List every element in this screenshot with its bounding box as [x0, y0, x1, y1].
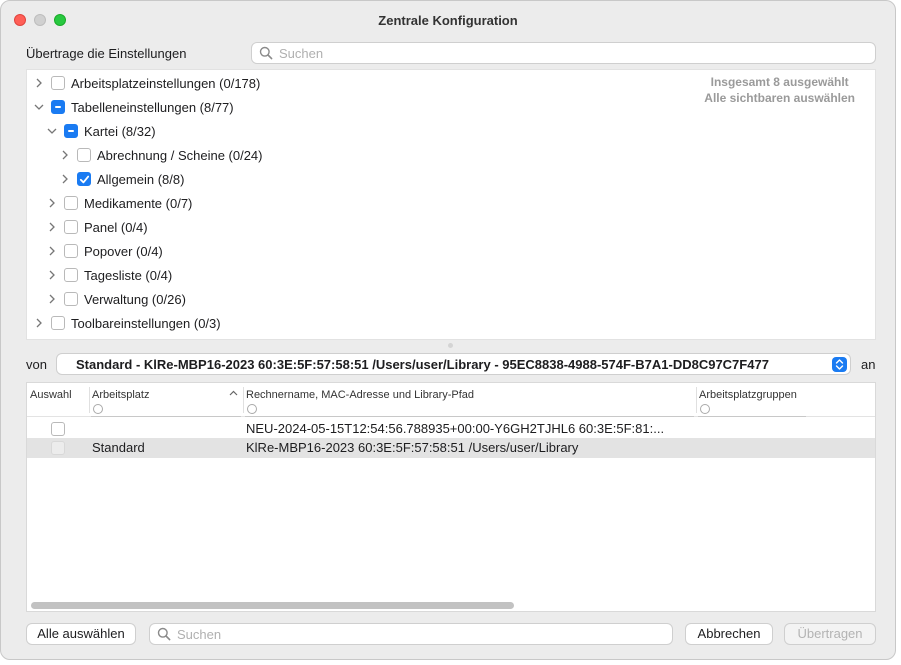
chevron-right-icon[interactable]: [46, 221, 58, 233]
tree-item-abrechnung-scheine[interactable]: Abrechnung / Scheine (0/24): [59, 144, 263, 166]
tree-checkbox[interactable]: [51, 316, 65, 330]
settings-search-input[interactable]: Suchen: [251, 42, 876, 64]
tree-checkbox[interactable]: [51, 76, 65, 90]
transfer-button[interactable]: Übertragen: [784, 623, 876, 645]
filter-underline: [698, 416, 806, 417]
tree-checkbox[interactable]: [77, 148, 91, 162]
tree-item-label: Medikamente (0/7): [84, 195, 193, 211]
tree-checkbox[interactable]: [64, 244, 78, 258]
search-icon: [157, 627, 171, 641]
cell-arbeitsplatz: Standard: [92, 440, 145, 455]
tree-item-label: Kartei (8/32): [84, 123, 156, 139]
tree-checkbox[interactable]: [64, 196, 78, 210]
column-header-label: Arbeitsplatzgruppen: [699, 389, 797, 401]
configuration-window: Zentrale Konfiguration Übertrage die Ein…: [0, 0, 896, 660]
tree-checkbox[interactable]: [77, 172, 91, 186]
table-row[interactable]: NEU-2024-05-15T12:54:56.788935+00:00-Y6G…: [27, 419, 875, 439]
from-label: von: [26, 357, 47, 372]
tree-item-tabelleneinstellungen[interactable]: Tabelleneinstellungen (8/77): [33, 96, 234, 118]
filter-circle-icon[interactable]: [93, 404, 103, 414]
tree-item-label: Allgemein (8/8): [97, 171, 185, 187]
column-header-label: Auswahl: [30, 389, 72, 401]
tree-item-label: Popover (0/4): [84, 243, 163, 259]
tree-item-label: Panel (0/4): [84, 219, 148, 235]
to-label: an: [861, 357, 876, 372]
column-header-auswahl[interactable]: Auswahl: [27, 383, 89, 417]
workstation-table: Auswahl Arbeitsplatz Rechnername, MAC-Ad…: [26, 382, 876, 612]
filter-underline: [91, 416, 241, 417]
tree-item-label: Verwaltung (0/26): [84, 291, 186, 307]
tree-item-label: Arbeitsplatzeinstellungen (0/178): [71, 75, 261, 91]
horizontal-scrollbar[interactable]: [31, 602, 514, 609]
tree-item-label: Tabelleneinstellungen (8/77): [71, 99, 234, 115]
updown-chevron-icon: [832, 357, 847, 372]
row-select-checkbox: [51, 441, 65, 455]
source-workstation-popup[interactable]: Standard - KlRe-MBP16-2023 60:3E:5F:57:5…: [56, 353, 851, 375]
tree-checkbox[interactable]: [64, 268, 78, 282]
tree-item-arbeitsplatzeinstellungen[interactable]: Arbeitsplatzeinstellungen (0/178): [33, 72, 260, 94]
transfer-settings-label: Übertrage die Einstellungen: [26, 46, 187, 61]
checkmark-icon: [79, 175, 90, 184]
search-icon: [259, 46, 273, 60]
row-select-checkbox[interactable]: [51, 422, 65, 436]
column-header-label: Arbeitsplatz: [92, 389, 150, 401]
workstation-search-input[interactable]: Suchen: [149, 623, 673, 645]
column-header-arbeitsplatzgruppen[interactable]: Arbeitsplatzgruppen: [696, 383, 808, 417]
chevron-right-icon[interactable]: [46, 293, 58, 305]
cancel-button[interactable]: Abbrechen: [685, 623, 773, 645]
cell-rechner: NEU-2024-05-15T12:54:56.788935+00:00-Y6G…: [246, 421, 665, 436]
chevron-right-icon[interactable]: [46, 197, 58, 209]
table-header: Auswahl Arbeitsplatz Rechnername, MAC-Ad…: [27, 383, 875, 417]
tree-item-panel[interactable]: Panel (0/4): [46, 216, 148, 238]
tree-item-label: Tagesliste (0/4): [84, 267, 173, 283]
tree-checkbox[interactable]: [64, 292, 78, 306]
tree-checkbox[interactable]: [64, 124, 78, 138]
chevron-down-icon[interactable]: [33, 101, 45, 113]
source-workstation-value: Standard - KlRe-MBP16-2023 60:3E:5F:57:5…: [76, 357, 769, 372]
column-header-rechnername[interactable]: Rechnername, MAC-Adresse und Library-Pfa…: [243, 383, 696, 417]
cell-rechner: KlRe-MBP16-2023 60:3E:5F:57:58:51 /Users…: [246, 440, 579, 455]
chevron-down-icon[interactable]: [46, 125, 58, 137]
search-placeholder: Suchen: [279, 46, 324, 61]
filter-circle-icon[interactable]: [247, 404, 257, 414]
tree-item-allgemein[interactable]: Allgemein (8/8): [59, 168, 184, 190]
chevron-right-icon[interactable]: [46, 245, 58, 257]
select-all-button[interactable]: Alle auswählen: [26, 623, 136, 645]
settings-tree: Insgesamt 8 ausgewählt Alle sichtbaren a…: [26, 69, 876, 340]
search-placeholder: Suchen: [177, 627, 222, 642]
tree-checkbox[interactable]: [51, 100, 65, 114]
table-row[interactable]: Standard KlRe-MBP16-2023 60:3E:5F:57:58:…: [27, 438, 875, 458]
tree-item-popover[interactable]: Popover (0/4): [46, 240, 163, 262]
chevron-right-icon[interactable]: [59, 149, 71, 161]
select-all-visible-link[interactable]: Alle sichtbaren auswählen: [704, 90, 855, 106]
tree-item-label: Toolbareinstellungen (0/3): [71, 315, 221, 331]
tree-item-label: Abrechnung / Scheine (0/24): [97, 147, 263, 163]
tree-checkbox[interactable]: [64, 220, 78, 234]
column-header-arbeitsplatz[interactable]: Arbeitsplatz: [89, 383, 243, 417]
window-title: Zentrale Konfiguration: [378, 13, 518, 28]
tree-item-toolbareinstellungen[interactable]: Toolbareinstellungen (0/3): [33, 312, 221, 334]
split-view-divider-handle[interactable]: [448, 343, 453, 348]
tree-item-medikamente[interactable]: Medikamente (0/7): [46, 192, 192, 214]
sort-ascending-icon: [229, 390, 238, 396]
title-bar: Zentrale Konfiguration: [1, 1, 895, 39]
filter-circle-icon[interactable]: [700, 404, 710, 414]
tree-item-tagesliste[interactable]: Tagesliste (0/4): [46, 264, 172, 286]
chevron-right-icon[interactable]: [33, 77, 45, 89]
tree-item-kartei[interactable]: Kartei (8/32): [46, 120, 156, 142]
tree-item-verwaltung[interactable]: Verwaltung (0/26): [46, 288, 186, 310]
column-header-label: Rechnername, MAC-Adresse und Library-Pfa…: [246, 389, 475, 401]
filter-underline: [245, 416, 694, 417]
chevron-right-icon[interactable]: [59, 173, 71, 185]
selected-total-text: Insgesamt 8 ausgewählt: [710, 75, 849, 89]
chevron-right-icon[interactable]: [33, 317, 45, 329]
selection-summary: Insgesamt 8 ausgewählt Alle sichtbaren a…: [704, 74, 855, 106]
chevron-right-icon[interactable]: [46, 269, 58, 281]
